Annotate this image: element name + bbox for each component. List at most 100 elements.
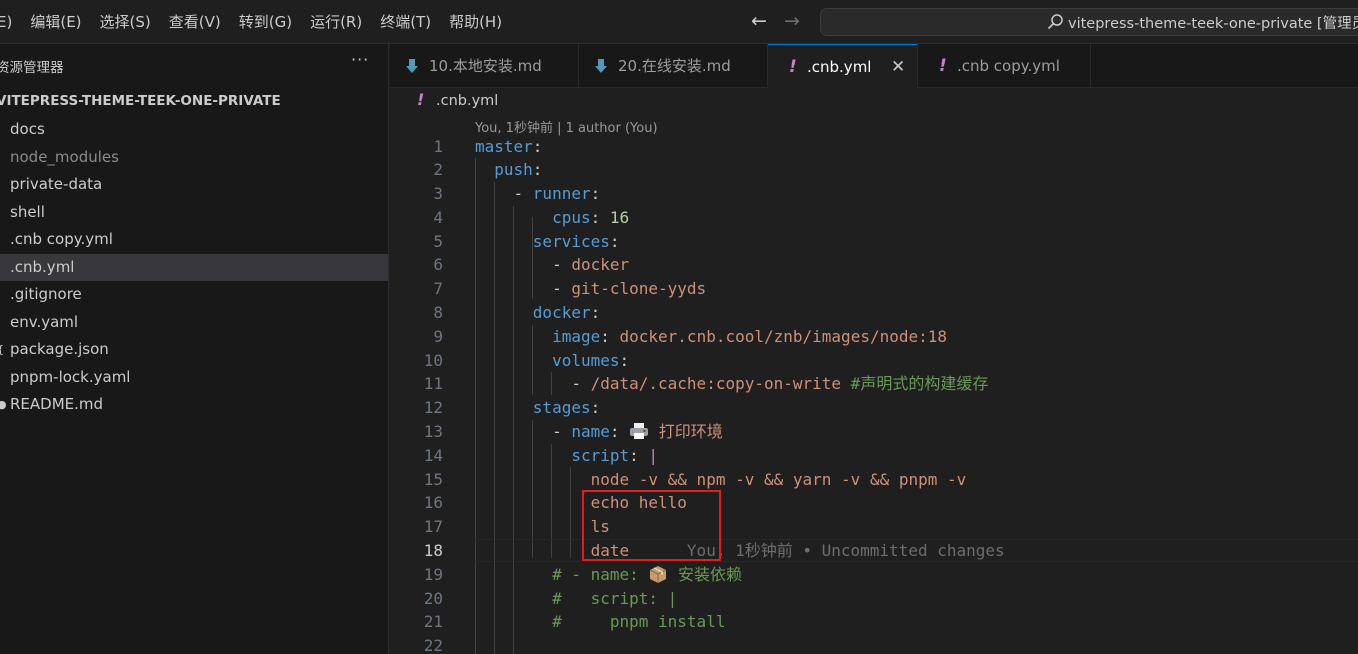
search-icon [1047,14,1063,30]
code-line: 12 stages: [390,396,1358,420]
line-number: 9 [433,326,443,346]
code-line: 8 docker: [390,301,1358,325]
command-center[interactable]: vitepress-theme-teek-one-private [管理员] [820,8,1358,36]
tab-local-install-md[interactable]: 10.本地安装.md [390,44,579,88]
tree-item-label: shell [10,202,45,221]
command-center-text: vitepress-theme-teek-one-private [管理员] [1068,16,1358,32]
line-number: 16 [423,493,443,513]
line-number: 5 [433,231,443,251]
line-number: 12 [423,398,443,418]
menu-item-edit[interactable]: 编辑(E) [21,0,90,44]
code-line: 22 [390,634,1358,654]
tree-item-pnpm-lock-yaml[interactable]: pnpm-lock.yaml [0,364,388,392]
line-number: 17 [423,517,443,537]
code-lines: 1 master: 2 push: 3 - runner: 4 cpus: 16 … [390,135,1358,654]
code-line: 16 echo hello [390,491,1358,515]
line-number: 7 [433,279,443,299]
breadcrumb: ! .cnb.yml [390,89,1358,115]
tree-item-cnb-copy-yml[interactable]: .cnb copy.yml [0,226,388,254]
code-line: 21 # pnpm install [390,610,1358,634]
git-blame-codelens[interactable]: You, 1秒钟前 | 1 author (You) [475,117,658,136]
tab-cnb-yml[interactable]: ! .cnb.yml ✕ [768,44,918,89]
code-line: 9 image: docker.cnb.cool/znb/images/node… [390,325,1358,349]
tree-item-gitignore[interactable]: .gitignore [0,281,388,309]
line-number: 4 [433,207,443,227]
code-line: 1 master: [390,135,1358,159]
code-line: 15 node -v && npm -v && yarn -v && pnpm … [390,468,1358,492]
line-number: 6 [433,255,443,275]
code-line: 4 cpus: 16 [390,206,1358,230]
line-number: 20 [423,588,443,608]
line-number: 21 [423,612,443,632]
tree-item-label: .cnb.yml [10,257,75,276]
code-line: 20 # script: | [390,587,1358,611]
arrow-left-icon[interactable]: ← [751,10,767,32]
breadcrumb-item-file[interactable]: .cnb.yml [436,93,498,109]
tree-item-package-json[interactable]: { package.json [0,336,388,364]
code-line: 6 - docker [390,253,1358,277]
line-number: 13 [423,422,443,442]
more-actions-icon[interactable]: ··· [351,50,369,69]
tab-cnb-copy-yml[interactable]: ! .cnb copy.yml [918,44,1091,88]
markdown-icon [406,59,418,73]
code-line: 3 - runner: [390,182,1358,206]
code-line: 13 - name: 打印环境 [390,420,1358,444]
explorer-sidebar: 资源管理器 ··· VITEPRESS-THEME-TEEK-ONE-PRIVA… [0,44,389,654]
line-number: 8 [433,303,443,323]
tree-item-node-modules[interactable]: node_modules [0,144,388,172]
code-line: 7 - git-clone-yyds [390,277,1358,301]
menu-item-run[interactable]: 运行(R) [301,0,371,44]
line-number: 15 [423,469,443,489]
title-bar: E) 编辑(E) 选择(S) 查看(V) 转到(G) 运行(R) 终端(T) 帮… [0,0,1358,44]
tree-item-label: private-data [10,175,103,193]
info-file-icon: ● [0,398,7,411]
menu-item-go[interactable]: 转到(G) [230,0,301,44]
tree-item-cnb-yml[interactable]: .cnb.yml [0,253,388,281]
code-line: 5 services: [390,230,1358,254]
close-icon[interactable]: ✕ [891,45,905,89]
line-number: 1 [433,136,443,156]
code-line: 17 ls [390,515,1358,539]
menu-item-terminal[interactable]: 终端(T) [371,0,440,44]
tree-item-label: env.yaml [10,312,79,331]
tree-item-label: pnpm-lock.yaml [10,367,131,386]
menu-bar: E) 编辑(E) 选择(S) 查看(V) 转到(G) 运行(R) 终端(T) 帮… [0,0,511,44]
tab-label: .cnb.yml [807,58,872,76]
annotation-highlight-box [582,490,721,561]
tree-item-docs[interactable]: docs [0,116,388,144]
code-editor[interactable]: You, 1秒钟前 | 1 author (You) 1 master: 2 pu… [390,115,1358,654]
tree-item-shell[interactable]: shell [0,199,388,227]
tab-label: .cnb copy.yml [957,57,1060,75]
json-file-icon: { [0,336,4,364]
line-number: 3 [433,184,443,204]
menu-item-view[interactable]: 查看(V) [160,0,230,44]
line-number: 2 [433,160,443,180]
tree-item-label: .gitignore [10,285,82,303]
printer-icon [630,423,649,440]
workspace-folder-header[interactable]: VITEPRESS-THEME-TEEK-ONE-PRIVATE [0,93,281,109]
tree-item-label: docs [10,120,45,138]
line-number: 19 [423,564,443,584]
yaml-icon: ! [417,90,425,109]
line-number: 18 [423,541,443,561]
editor-tab-bar: 10.本地安装.md 20.在线安装.md ! .cnb.yml ✕ ! .cn… [390,44,1358,89]
tree-item-label: README.md [10,395,104,413]
menu-item-file[interactable]: E) [0,0,21,44]
code-line: 14 script: | [390,444,1358,468]
menu-item-help[interactable]: 帮助(H) [440,0,511,44]
tree-item-env-yaml[interactable]: env.yaml [0,309,388,337]
yaml-icon: ! [939,56,947,76]
tab-label: 20.在线安装.md [618,57,731,75]
menu-item-selection[interactable]: 选择(S) [91,0,160,44]
arrow-right-icon[interactable]: → [784,10,800,32]
file-tree: docs node_modules private-data shell .cn… [0,116,388,419]
tree-item-readme-md[interactable]: ● README.md [0,391,388,419]
tree-item-private-data[interactable]: private-data [0,171,388,199]
code-line: 19 # - name: 安装依赖 [390,563,1358,587]
yaml-icon: ! [789,57,797,77]
code-line-current: 18 date You, 1秒钟前 • Uncommitted changes [390,539,1358,563]
tab-online-install-md[interactable]: 20.在线安装.md [579,44,768,88]
tree-item-label: package.json [10,340,109,358]
line-number: 22 [423,636,443,654]
code-line: 2 push: [390,158,1358,182]
